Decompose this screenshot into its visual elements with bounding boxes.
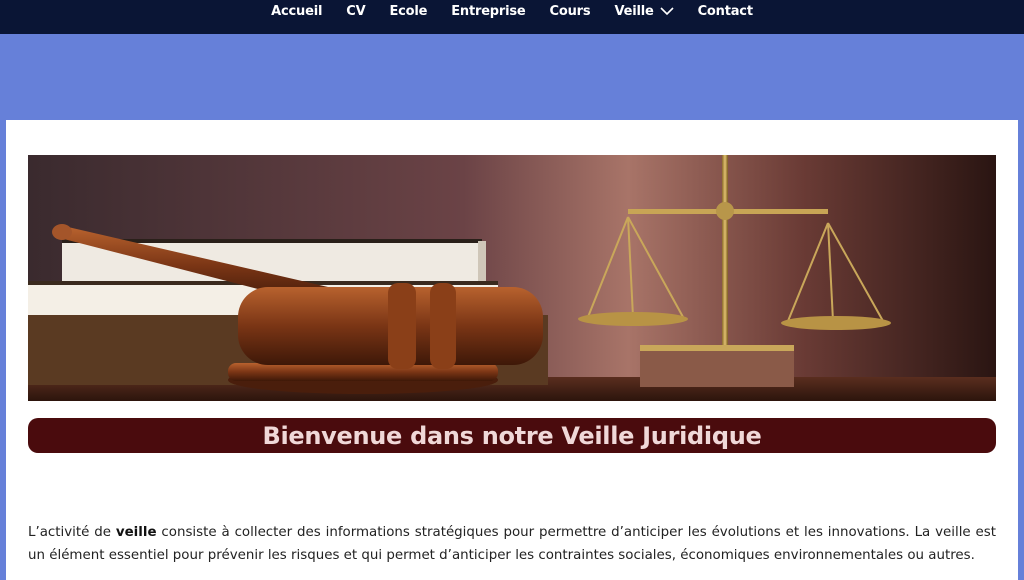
nav-item-contact[interactable]: Contact	[686, 4, 765, 19]
nav-item-label: Veille	[614, 3, 654, 19]
nav-item-cours[interactable]: Cours	[538, 4, 603, 19]
content-card: Bienvenue dans notre Veille Juridique L’…	[6, 120, 1018, 580]
intro-text-rest: consiste à collecter des informations st…	[28, 525, 997, 564]
chevron-down-icon[interactable]	[660, 6, 674, 16]
top-navbar: Accueil CV Ecole Entreprise Cours Veille…	[0, 0, 1024, 34]
nav-item-entreprise[interactable]: Entreprise	[439, 4, 537, 19]
intro-paragraph: L’activité de veille consiste à collecte…	[28, 521, 996, 567]
nav-menu: Accueil CV Ecole Entreprise Cours Veille…	[0, 0, 1024, 22]
intro-keyword: veille	[115, 525, 157, 541]
nav-item-label: Cours	[549, 3, 591, 19]
nav-item-accueil[interactable]: Accueil	[259, 4, 334, 19]
hero-image	[28, 155, 996, 401]
intro-text-start: L’activité de	[28, 525, 116, 541]
nav-item-label: Entreprise	[451, 3, 526, 19]
gavel-scales-illustration	[28, 155, 996, 401]
welcome-banner: Bienvenue dans notre Veille Juridique	[28, 418, 996, 453]
nav-item-ecole[interactable]: Ecole	[377, 4, 439, 19]
page-title: Bienvenue dans notre Veille Juridique	[262, 421, 762, 450]
nav-item-cv[interactable]: CV	[334, 4, 377, 19]
nav-item-label: Contact	[697, 3, 753, 19]
nav-item-label: Ecole	[389, 3, 428, 19]
nav-item-veille[interactable]: Veille	[602, 4, 685, 19]
nav-item-label: Accueil	[271, 3, 323, 19]
nav-item-label: CV	[346, 3, 366, 19]
